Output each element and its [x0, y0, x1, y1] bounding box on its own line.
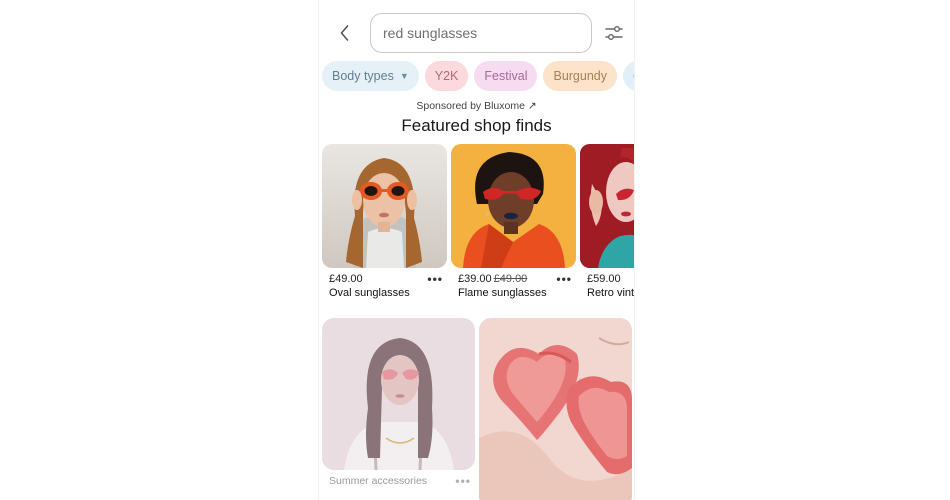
chip-label: Y2K	[434, 69, 459, 83]
chip-partial[interactable]: Co	[623, 61, 634, 91]
pin-image-heart-sunglasses[interactable]	[479, 318, 632, 500]
pin-caption: Summer accessories	[329, 475, 428, 487]
chip-label: Co	[633, 69, 634, 83]
filter-chips: Body types ▼ Y2K Festival Burgundy Co	[322, 61, 634, 91]
current-price: £59.00	[587, 273, 621, 285]
search-query: red sunglasses	[383, 25, 478, 41]
product-card[interactable]: £49.00 ••• Oval sunglasses	[322, 144, 447, 299]
more-options-icon[interactable]: •••	[455, 474, 471, 488]
product-carousel: £49.00 ••• Oval sunglasses £39.00 £49.00…	[322, 144, 635, 299]
product-price: £39.00 £49.00	[458, 273, 527, 285]
product-image-flame-sunglasses[interactable]	[451, 144, 576, 268]
product-name: Flame sunglasses	[458, 287, 547, 299]
pin-caption-row: Summer accessories •••	[329, 474, 471, 488]
product-image-retro-vintage[interactable]	[580, 144, 635, 268]
pin-image-summer-accessories[interactable]	[322, 318, 475, 470]
sponsored-label[interactable]: Sponsored by Bluxome ↗	[319, 100, 634, 112]
more-options-icon[interactable]: •••	[556, 272, 572, 286]
price-row: £39.00 £49.00 •••	[451, 272, 576, 286]
product-price: £49.00	[329, 273, 363, 285]
app-screen: red sunglasses Body types ▼ Y2K Festival…	[318, 0, 635, 500]
original-price: £49.00	[493, 273, 528, 285]
product-card[interactable]: £59.00 Retro vinta	[580, 144, 635, 299]
chip-body-types[interactable]: Body types ▼	[322, 61, 419, 91]
sliders-icon	[605, 26, 623, 40]
current-price: £39.00	[458, 273, 492, 285]
price-row: £59.00	[580, 272, 634, 286]
search-input[interactable]: red sunglasses	[370, 13, 592, 53]
product-image-oval-sunglasses[interactable]	[322, 144, 447, 268]
chip-label: Festival	[484, 69, 528, 83]
product-card[interactable]: £39.00 £49.00 ••• Flame sunglasses	[451, 144, 576, 299]
chip-burgundy[interactable]: Burgundy	[543, 61, 617, 91]
filter-button[interactable]	[605, 23, 623, 43]
chip-label: Body types	[332, 69, 394, 83]
back-button[interactable]	[333, 21, 357, 45]
section-title: Featured shop finds	[401, 116, 552, 135]
more-options-icon[interactable]: •••	[427, 272, 443, 286]
product-name: Oval sunglasses	[329, 287, 410, 299]
chip-label: Burgundy	[553, 69, 607, 83]
chevron-down-icon: ▼	[399, 71, 409, 81]
price-row: £49.00 •••	[322, 272, 447, 286]
product-price: £59.00	[587, 273, 621, 285]
chip-y2k[interactable]: Y2K	[424, 61, 469, 91]
chevron-left-icon	[340, 25, 349, 41]
current-price: £49.00	[329, 273, 363, 285]
product-name: Retro vinta	[587, 287, 635, 299]
chip-festival[interactable]: Festival	[474, 61, 538, 91]
